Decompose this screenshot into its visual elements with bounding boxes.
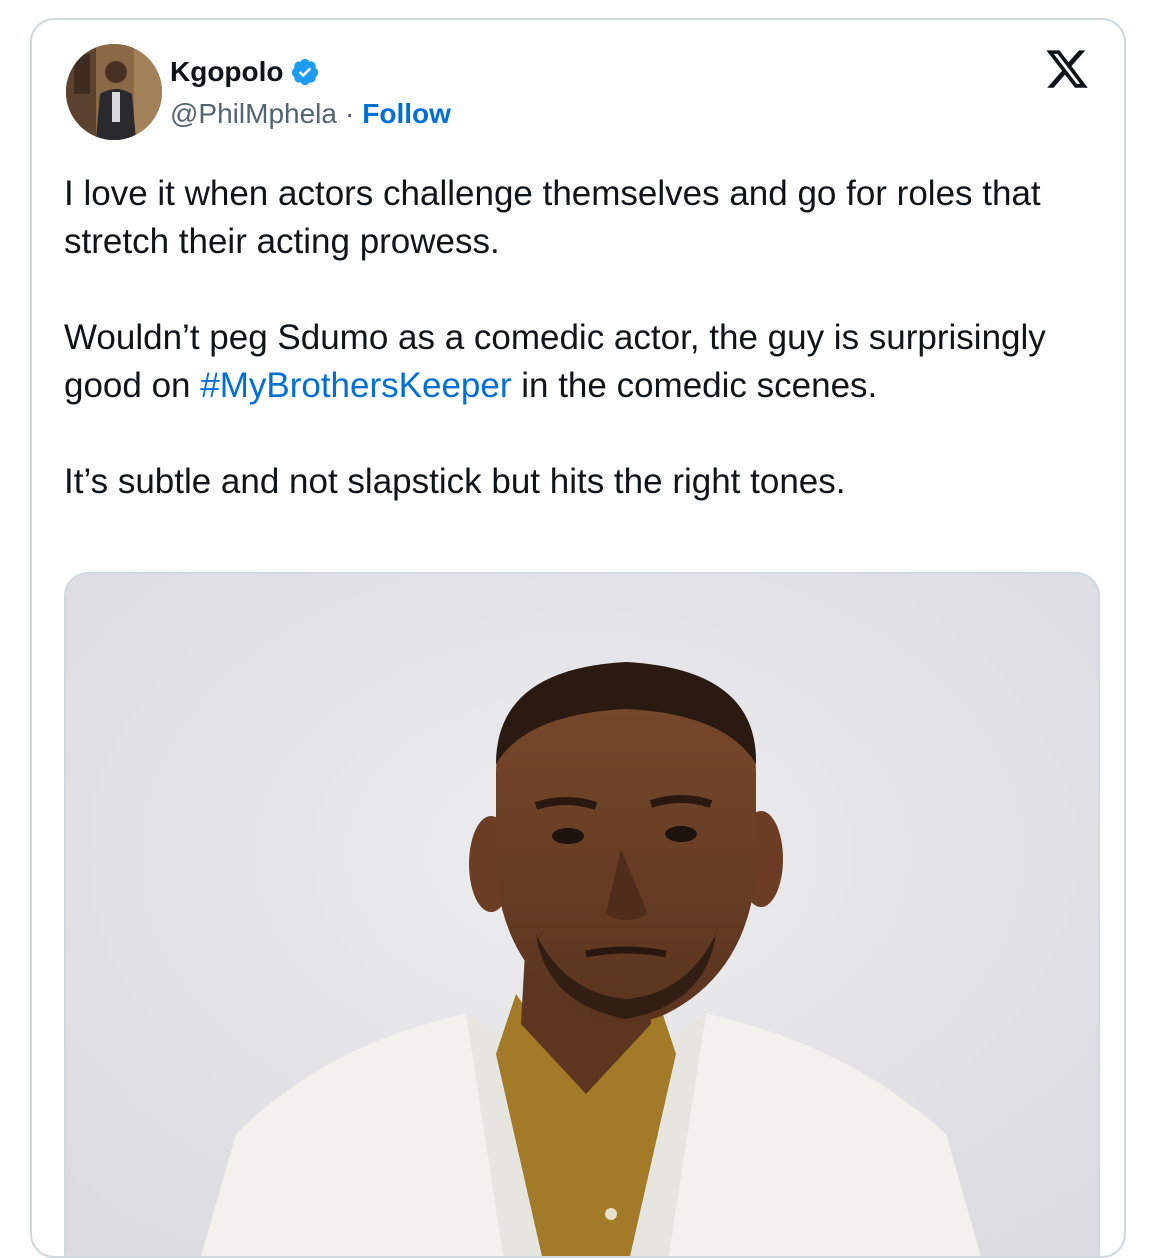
tweet-paragraph-3: It’s subtle and not slapstick but hits t… — [64, 462, 846, 501]
tweet-card[interactable]: Kgopolo @PhilMphela · Follow I love it w… — [30, 18, 1126, 1258]
author-avatar[interactable] — [66, 44, 162, 140]
tweet-body: I love it when actors challenge themselv… — [64, 170, 1104, 554]
tweet-paragraph-1: I love it when actors challenge themselv… — [64, 174, 1041, 261]
verified-badge-icon — [291, 58, 318, 86]
separator-dot: · — [344, 98, 355, 129]
avatar-image — [66, 44, 162, 140]
follow-button[interactable]: Follow — [362, 98, 451, 130]
author-handle[interactable]: @PhilMphela — [170, 98, 337, 130]
x-logo-icon[interactable] — [1044, 46, 1090, 92]
hashtag-link[interactable]: #MyBrothersKeeper — [200, 366, 511, 405]
portrait-photo — [66, 574, 1098, 1256]
tweet-media-photo[interactable] — [64, 572, 1100, 1256]
tweet-paragraph-2: Wouldn’t peg Sdumo as a comedic actor, t… — [64, 314, 1104, 410]
tweet-paragraph-2-end: in the comedic scenes. — [511, 366, 878, 405]
author-display-name[interactable]: Kgopolo — [170, 56, 284, 88]
